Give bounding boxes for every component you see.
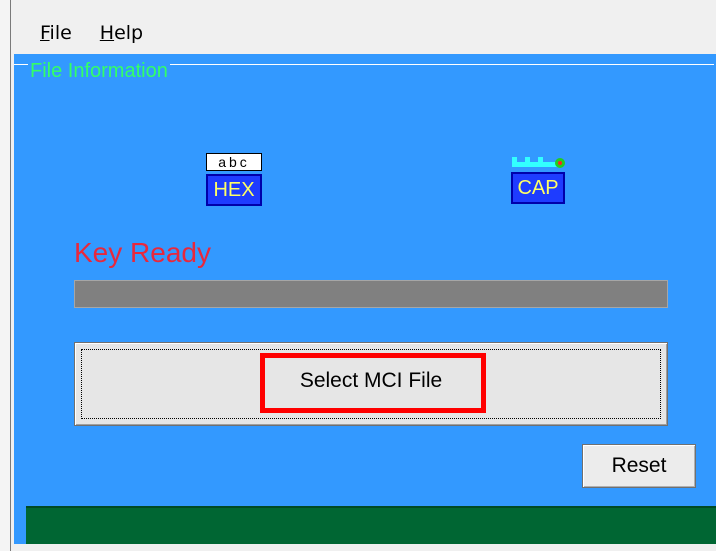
menu-file-label: ile (49, 22, 72, 44)
cap-indicator: CAP (510, 153, 570, 204)
highlight-annotation (260, 353, 486, 413)
progress-bar (74, 280, 668, 308)
reset-button[interactable]: Reset (582, 444, 696, 488)
hex-preview-text: abc (206, 153, 262, 171)
menu-help-mnemonic: H (99, 22, 115, 44)
window-bottom-edge (14, 544, 716, 551)
group-title: File Information (28, 60, 170, 82)
status-bar (26, 506, 716, 546)
status-text: Key Ready (74, 237, 211, 268)
hex-label: HEX (206, 174, 262, 206)
status-bar-left-edge (14, 506, 26, 544)
menu-file[interactable]: File (40, 22, 72, 44)
menu-help[interactable]: Help (100, 22, 143, 44)
hex-indicator: abc HEX (206, 153, 262, 206)
menu-bar: File Help (12, 14, 716, 54)
caps-lock-key-icon (512, 157, 565, 168)
menu-help-label: elp (114, 22, 144, 44)
cap-label: CAP (511, 172, 565, 204)
menu-file-mnemonic: F (40, 22, 50, 44)
